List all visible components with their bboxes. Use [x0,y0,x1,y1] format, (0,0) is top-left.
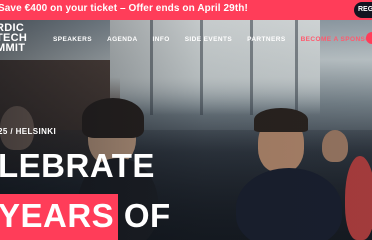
nav-menu-button[interactable] [366,32,372,44]
nav-item-agenda[interactable]: AGENDA [107,36,138,48]
hero-section: RDIC TECH MMIT SPEAKERS AGENDA INFO SIDE… [0,20,372,240]
hero-kicker: 25 / HELSINKI [0,127,57,136]
nav-item-side-events[interactable]: SIDE EVENTS [185,36,232,48]
promo-banner: Save €400 on your ticket – Offer ends on… [0,0,372,20]
promo-text: Save €400 on your ticket – Offer ends on… [0,3,248,14]
logo-line-3: MMIT [0,42,26,54]
hero-headline-line-2: YEARS OF [0,197,171,234]
hero-headline-line-1: LEBRATE [0,147,155,184]
nav-item-partners[interactable]: PARTNERS [247,36,285,48]
register-button[interactable]: REG [354,2,372,18]
nav-item-info[interactable]: INFO [153,36,170,48]
nav-item-become-sponsor[interactable]: BECOME A SPONSOR [301,36,372,48]
site-logo[interactable]: RDIC TECH MMIT [0,23,27,54]
nav-item-speakers[interactable]: SPEAKERS [53,36,92,48]
main-nav: SPEAKERS AGENDA INFO SIDE EVENTS PARTNER… [53,36,372,48]
